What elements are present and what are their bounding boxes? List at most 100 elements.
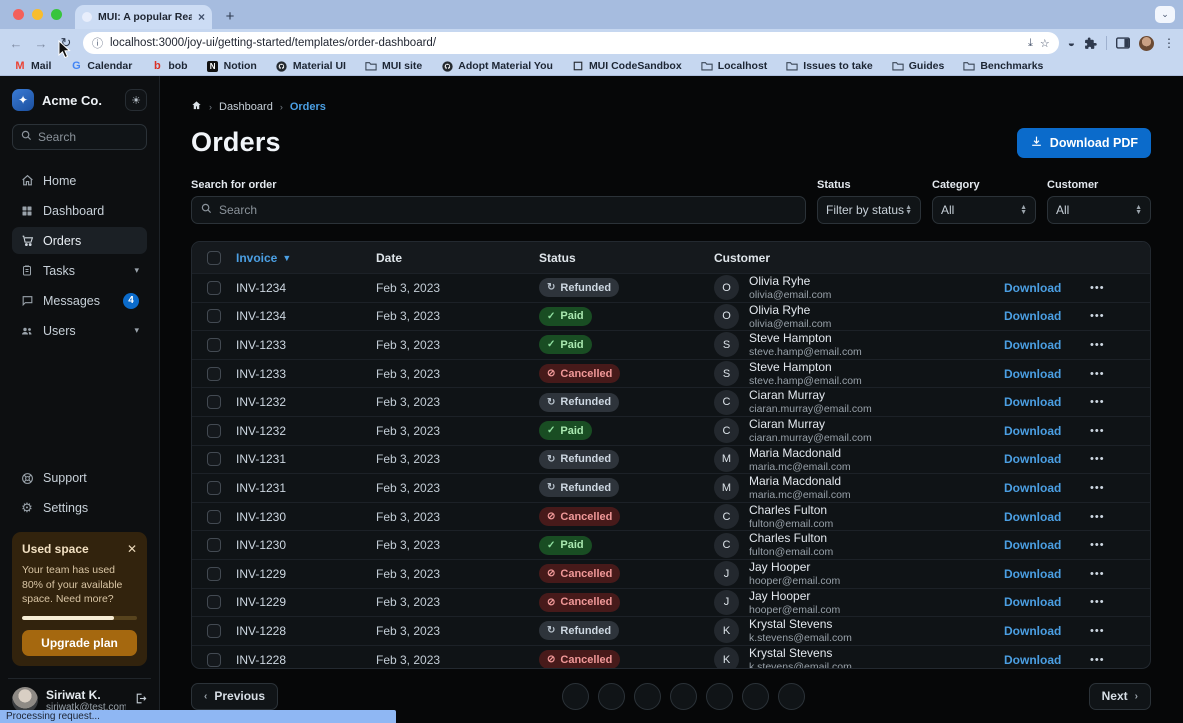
bookmark-item[interactable]: Localhost bbox=[701, 60, 768, 72]
row-more-menu-icon[interactable]: ••• bbox=[1090, 453, 1150, 465]
bookmark-item[interactable]: b bob bbox=[151, 60, 187, 72]
page-number-button[interactable] bbox=[778, 683, 805, 710]
order-search-input[interactable]: Search bbox=[191, 196, 806, 224]
row-checkbox[interactable] bbox=[207, 481, 221, 495]
row-checkbox[interactable] bbox=[207, 624, 221, 638]
row-checkbox[interactable] bbox=[207, 452, 221, 466]
row-checkbox[interactable] bbox=[207, 653, 221, 667]
download-link[interactable]: Download bbox=[1004, 510, 1090, 524]
logout-icon[interactable] bbox=[134, 692, 147, 708]
home-icon[interactable] bbox=[191, 100, 202, 114]
privacy-badge-icon[interactable]: ◒ bbox=[1068, 36, 1075, 50]
download-link[interactable]: Download bbox=[1004, 653, 1090, 667]
download-link[interactable]: Download bbox=[1004, 624, 1090, 638]
row-checkbox[interactable] bbox=[207, 395, 221, 409]
bookmark-item[interactable]: MUI site bbox=[365, 60, 422, 72]
download-link[interactable]: Download bbox=[1004, 367, 1090, 381]
column-invoice[interactable]: Invoice ▼ bbox=[236, 251, 376, 265]
bookmark-item[interactable]: M Mail bbox=[14, 60, 51, 72]
forward-button[interactable]: → bbox=[33, 36, 49, 51]
download-link[interactable]: Download bbox=[1004, 281, 1090, 295]
bookmark-item[interactable]: Guides bbox=[892, 60, 945, 72]
row-more-menu-icon[interactable]: ••• bbox=[1090, 568, 1150, 580]
url-text[interactable]: localhost:3000/joy-ui/getting-started/te… bbox=[110, 37, 1021, 49]
browser-tab[interactable]: MUI: A popular React UI fram × bbox=[75, 5, 212, 29]
page-number-button[interactable] bbox=[742, 683, 769, 710]
download-link[interactable]: Download bbox=[1004, 538, 1090, 552]
sidebar-nav-item[interactable]: Support bbox=[12, 465, 147, 492]
row-checkbox[interactable] bbox=[207, 367, 221, 381]
sidebar-nav-item[interactable]: Messages 4 bbox=[12, 287, 147, 314]
download-link[interactable]: Download bbox=[1004, 424, 1090, 438]
category-filter-select[interactable]: All ▲▼ bbox=[932, 196, 1036, 224]
download-link[interactable]: Download bbox=[1004, 338, 1090, 352]
extensions-puzzle-icon[interactable] bbox=[1084, 37, 1097, 50]
close-icon[interactable]: ✕ bbox=[127, 542, 137, 556]
download-link[interactable]: Download bbox=[1004, 595, 1090, 609]
row-more-menu-icon[interactable]: ••• bbox=[1090, 339, 1150, 351]
next-page-button[interactable]: Next › bbox=[1089, 683, 1151, 710]
bookmark-item[interactable]: N Notion bbox=[207, 60, 257, 72]
download-link[interactable]: Download bbox=[1004, 452, 1090, 466]
side-panel-icon[interactable] bbox=[1116, 37, 1130, 49]
bookmark-item[interactable]: MUI CodeSandbox bbox=[572, 60, 682, 72]
browser-profile-avatar[interactable] bbox=[1139, 36, 1154, 51]
bookmark-item[interactable]: Material UI bbox=[276, 60, 346, 72]
row-checkbox[interactable] bbox=[207, 510, 221, 524]
install-app-icon[interactable]: ⤓ bbox=[1028, 37, 1033, 50]
row-checkbox[interactable] bbox=[207, 338, 221, 352]
status-filter-select[interactable]: Filter by status ▲▼ bbox=[817, 196, 921, 224]
row-checkbox[interactable] bbox=[207, 567, 221, 581]
zoom-window-button[interactable] bbox=[51, 9, 62, 20]
traffic-lights[interactable] bbox=[13, 9, 62, 20]
page-number-button[interactable] bbox=[598, 683, 625, 710]
sidebar-nav-item[interactable]: Orders bbox=[12, 227, 147, 254]
row-checkbox[interactable] bbox=[207, 595, 221, 609]
color-mode-toggle-button[interactable]: ☀ bbox=[125, 89, 147, 111]
download-link[interactable]: Download bbox=[1004, 395, 1090, 409]
minimize-window-button[interactable] bbox=[32, 9, 43, 20]
row-more-menu-icon[interactable]: ••• bbox=[1090, 425, 1150, 437]
row-more-menu-icon[interactable]: ••• bbox=[1090, 654, 1150, 666]
sidebar-search-input[interactable]: Search bbox=[12, 124, 147, 150]
row-more-menu-icon[interactable]: ••• bbox=[1090, 539, 1150, 551]
tab-close-icon[interactable]: × bbox=[198, 10, 205, 24]
download-pdf-button[interactable]: Download PDF bbox=[1017, 128, 1151, 158]
page-number-button[interactable] bbox=[706, 683, 733, 710]
new-tab-button[interactable]: + bbox=[219, 5, 241, 27]
row-checkbox[interactable] bbox=[207, 281, 221, 295]
row-checkbox[interactable] bbox=[207, 309, 221, 323]
bookmark-star-icon[interactable]: ☆ bbox=[1040, 37, 1050, 50]
previous-page-button[interactable]: ‹ Previous bbox=[191, 683, 278, 710]
download-link[interactable]: Download bbox=[1004, 567, 1090, 581]
page-number-button[interactable] bbox=[670, 683, 697, 710]
row-more-menu-icon[interactable]: ••• bbox=[1090, 368, 1150, 380]
download-link[interactable]: Download bbox=[1004, 309, 1090, 323]
upgrade-plan-button[interactable]: Upgrade plan bbox=[22, 630, 137, 656]
row-more-menu-icon[interactable]: ••• bbox=[1090, 310, 1150, 322]
browser-menu-icon[interactable]: ⋮ bbox=[1163, 36, 1175, 50]
tab-overflow-chevron-icon[interactable]: ⌄ bbox=[1155, 6, 1175, 23]
row-checkbox[interactable] bbox=[207, 538, 221, 552]
page-number-button[interactable] bbox=[634, 683, 661, 710]
bookmark-item[interactable]: Adopt Material You bbox=[441, 60, 553, 72]
back-button[interactable]: ← bbox=[8, 36, 24, 51]
row-more-menu-icon[interactable]: ••• bbox=[1090, 482, 1150, 494]
bookmark-item[interactable]: G Calendar bbox=[70, 60, 132, 72]
row-checkbox[interactable] bbox=[207, 424, 221, 438]
sidebar-nav-item[interactable]: ⚙ Settings bbox=[12, 495, 147, 522]
sidebar-nav-item[interactable]: Tasks ▾ bbox=[12, 257, 147, 284]
bookmark-item[interactable]: Benchmarks bbox=[963, 60, 1043, 72]
row-more-menu-icon[interactable]: ••• bbox=[1090, 511, 1150, 523]
customer-filter-select[interactable]: All ▲▼ bbox=[1047, 196, 1151, 224]
row-more-menu-icon[interactable]: ••• bbox=[1090, 282, 1150, 294]
close-window-button[interactable] bbox=[13, 9, 24, 20]
url-bar[interactable]: ⓘ localhost:3000/joy-ui/getting-started/… bbox=[83, 32, 1059, 54]
bookmark-item[interactable]: Issues to take bbox=[786, 60, 872, 72]
sidebar-nav-item[interactable]: Users ▾ bbox=[12, 317, 147, 344]
breadcrumb-dashboard[interactable]: Dashboard bbox=[219, 101, 273, 113]
row-more-menu-icon[interactable]: ••• bbox=[1090, 596, 1150, 608]
row-more-menu-icon[interactable]: ••• bbox=[1090, 625, 1150, 637]
select-all-checkbox[interactable] bbox=[207, 251, 221, 265]
page-number-button[interactable] bbox=[562, 683, 589, 710]
